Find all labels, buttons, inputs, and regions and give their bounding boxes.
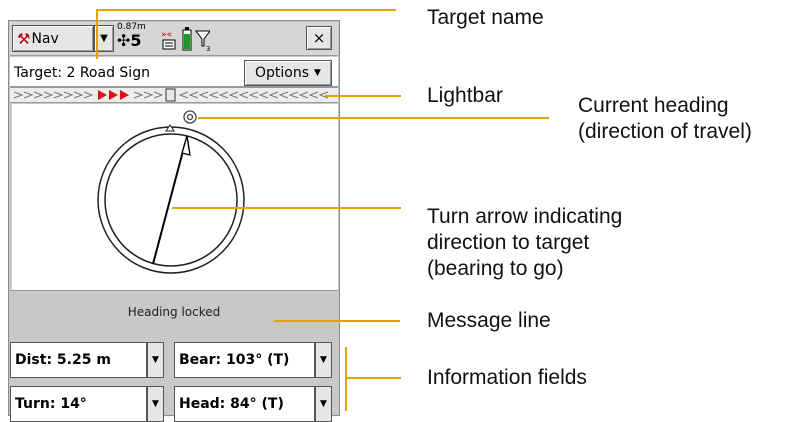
mode-dropdown[interactable]: ⚒ Nav (12, 25, 94, 52)
lightbar-center-marker (165, 88, 176, 102)
radio-icon[interactable]: »« (160, 27, 179, 51)
options-label: Options (255, 65, 310, 81)
lightbar-red-arrows (98, 90, 129, 100)
leader-lightbar (325, 95, 401, 97)
battery-icon[interactable] (182, 26, 192, 52)
callout-message-line: Message line (427, 309, 551, 332)
callout-current-heading-1: Current heading (578, 94, 729, 117)
callout-target-name: Target name (427, 6, 544, 29)
head-field-dropdown[interactable]: ▼ (315, 386, 332, 422)
mode-label: Nav (31, 30, 59, 47)
head-field[interactable]: Head: 84° (T) (174, 386, 315, 422)
lightbar-chevrons-right (178, 91, 329, 99)
dist-field-dropdown[interactable]: ▼ (147, 342, 164, 378)
current-heading-icon (183, 110, 197, 124)
callout-info-fields: Information fields (427, 366, 587, 389)
leader-info-fields-bracket (345, 347, 347, 411)
bear-field-dropdown[interactable]: ▼ (315, 342, 332, 378)
chevron-down-icon: ▼ (152, 355, 159, 365)
satellite-icon: ✣ (117, 31, 131, 50)
status-icons: »« 3 (160, 24, 210, 54)
turn-field[interactable]: Turn: 14° (10, 386, 147, 422)
bear-field[interactable]: Bear: 103° (T) (174, 342, 315, 378)
chevron-down-icon: ▼ (320, 355, 327, 365)
callout-lightbar: Lightbar (427, 84, 503, 107)
chevron-down-icon: ▼ (314, 68, 321, 78)
leader-turn-arrow (172, 207, 401, 209)
lightbar (10, 87, 338, 103)
leader-message-line (274, 320, 400, 322)
leader-info-fields (345, 377, 401, 379)
svg-text:»«: »« (161, 30, 172, 40)
bear-field-value: Bear: 103° (T) (179, 352, 290, 368)
lightbar-chevrons-left (13, 91, 94, 99)
crossed-tools-icon: ⚒ (17, 29, 31, 48)
leader-target-name-v (96, 9, 98, 59)
gnss-status[interactable]: 0.87m ✣5 (117, 22, 157, 56)
turn-arrow-head-icon (181, 135, 191, 156)
target-name: Target: 2 Road Sign (14, 65, 150, 81)
callout-turn-arrow-2: direction to target (427, 231, 590, 254)
chevron-down-icon: ▼ (320, 399, 327, 409)
satellite-count: 5 (130, 31, 142, 50)
chevron-down-icon: ▼ (152, 399, 159, 409)
close-icon: × (312, 29, 326, 47)
callout-turn-arrow-1: Turn arrow indicating (427, 205, 623, 228)
dist-field[interactable]: Dist: 5.25 m (10, 342, 147, 378)
filter-icon[interactable]: 3 (194, 26, 210, 52)
options-button[interactable]: Options ▼ (244, 60, 332, 86)
leader-current-heading (198, 117, 549, 119)
close-button[interactable]: × (306, 26, 332, 50)
leader-target-name-h (96, 9, 396, 11)
dist-field-value: Dist: 5.25 m (15, 352, 111, 368)
callout-current-heading-2: (direction of travel) (578, 120, 752, 143)
head-field-value: Head: 84° (T) (179, 396, 284, 412)
turn-field-value: Turn: 14° (15, 396, 87, 412)
chevron-down-icon: ▼ (100, 33, 108, 44)
north-marker-icon (165, 124, 175, 132)
compass-area (12, 104, 338, 290)
turn-field-dropdown[interactable]: ▼ (147, 386, 164, 422)
callout-turn-arrow-3: (bearing to go) (427, 257, 564, 280)
filter-subscript: 3 (206, 45, 210, 52)
